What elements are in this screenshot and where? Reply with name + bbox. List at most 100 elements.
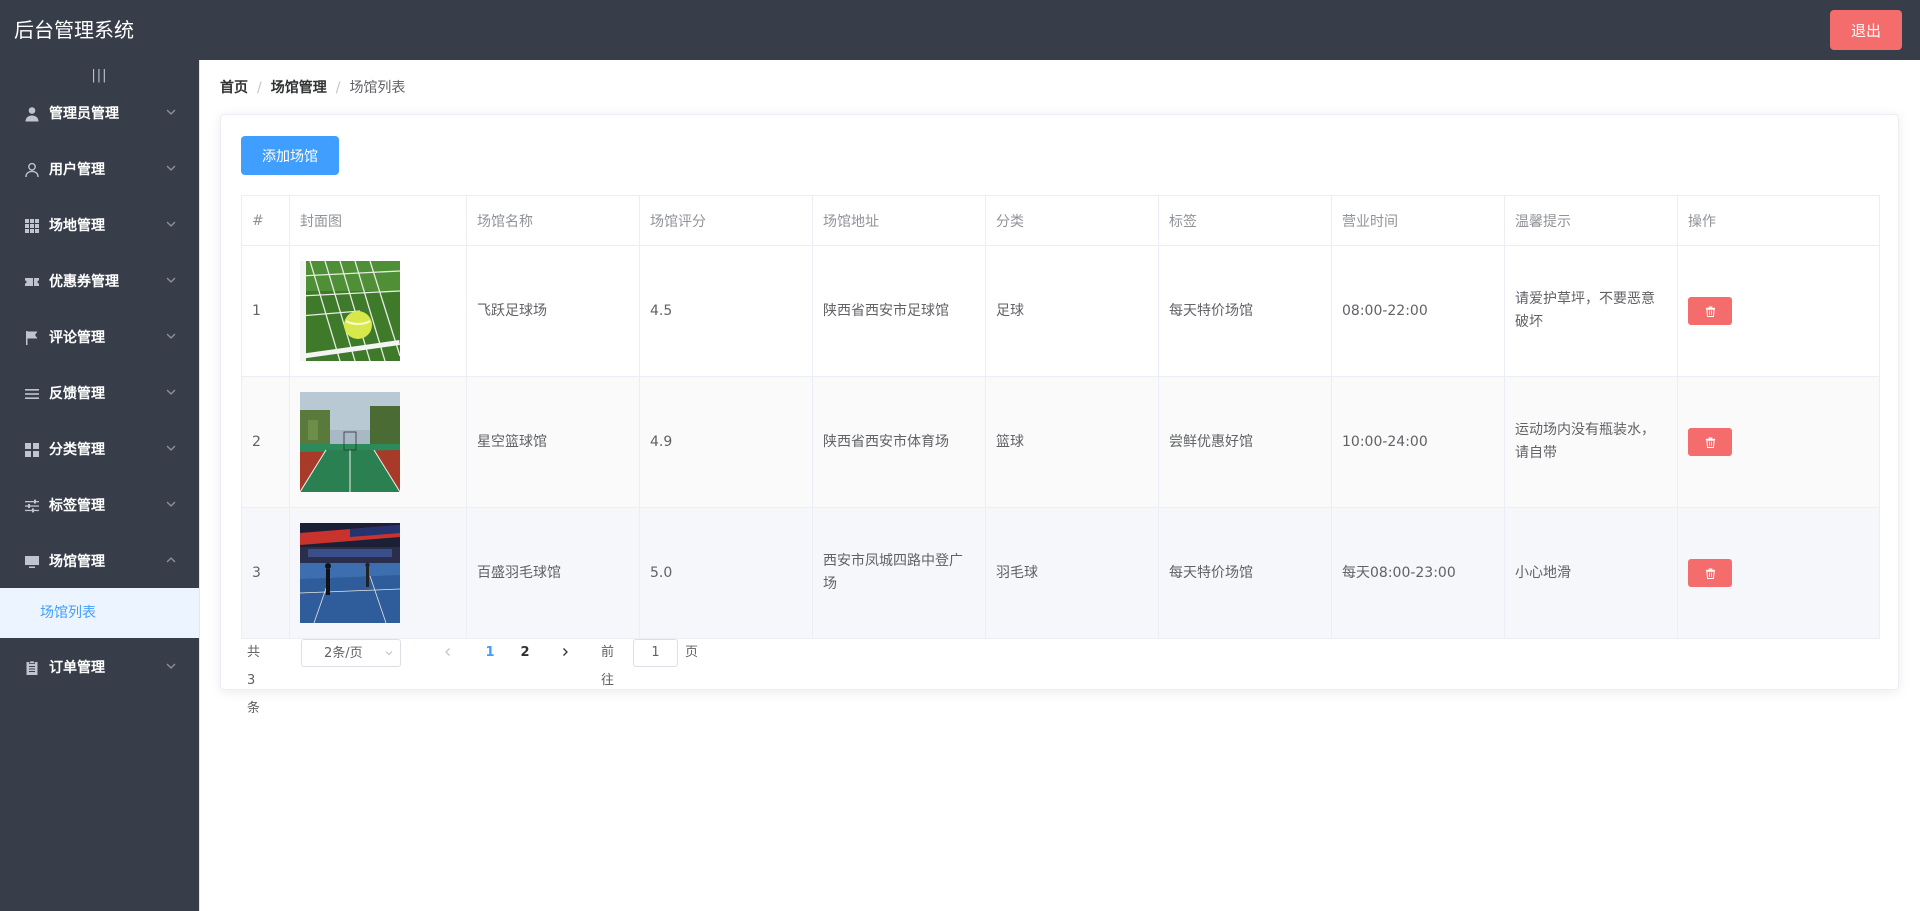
cell-hours: 08:00-22:00 [1331,245,1505,377]
page-number-2[interactable]: 2 [513,639,537,667]
cell-index: 2 [241,376,290,508]
chevron-down-icon [165,498,177,510]
chevron-down-icon [165,442,177,454]
col-header-cover: 封面图 [289,195,467,246]
cell-cover [289,245,467,377]
basketball-court-image [300,392,400,492]
cell-index: 3 [241,507,290,639]
sidebar-item-admin[interactable]: 管理员管理 [0,86,199,142]
prev-page-button[interactable] [443,647,455,657]
col-header-tip: 温馨提示 [1504,195,1678,246]
page-number-1[interactable]: 1 [478,639,502,667]
page-size-value: 2条/页 [324,646,363,661]
chevron-up-icon [165,554,177,566]
goto-page-input[interactable] [633,639,678,667]
delete-button[interactable] [1688,297,1732,325]
cell-category: 羽毛球 [985,507,1159,639]
cell-actions [1677,376,1880,508]
cell-rating: 4.5 [639,245,813,377]
sidebar-item-label: 标签管理 [49,498,105,514]
sidebar-item-comments[interactable]: 评论管理 [0,310,199,366]
user-icon [24,162,40,178]
sliders-icon [24,498,40,514]
next-page-button[interactable] [560,647,572,657]
sidebar-item-label: 用户管理 [49,162,105,178]
cell-cover [289,376,467,508]
ticket-icon [24,274,40,290]
chevron-down-icon [165,274,177,286]
venue-table: # 封面图 场馆名称 场馆评分 场馆地址 分类 标签 营业时间 温馨提示 操作 … [241,195,1880,639]
table-row: 3 百盛羽毛球馆 5.0 西安市凤城四路中登广场 羽毛球 每天特价场馆 每天08… [241,507,1880,639]
breadcrumb-venue-management[interactable]: 场馆管理 [271,80,327,96]
sidebar-item-users[interactable]: 用户管理 [0,142,199,198]
list-icon [24,386,40,402]
sidebar-subitem-label: 场馆列表 [40,605,96,621]
col-header-address: 场馆地址 [812,195,986,246]
cell-actions [1677,245,1880,377]
sidebar-item-feedback[interactable]: 反馈管理 [0,366,199,422]
breadcrumb-separator: / [257,80,262,96]
cell-name: 百盛羽毛球馆 [466,507,640,639]
sidebar-item-venues[interactable]: 场馆管理 [0,534,199,590]
add-venue-button[interactable]: 添加场馆 [241,136,339,175]
page-size-select[interactable]: 2条/页 [301,639,401,667]
sidebar-item-label: 优惠券管理 [49,274,119,290]
cell-actions [1677,507,1880,639]
breadcrumb-home[interactable]: 首页 [220,80,248,96]
menu-grid-icon [24,442,40,458]
sidebar-item-label: 反馈管理 [49,386,105,402]
chevron-down-icon [165,162,177,174]
monitor-icon [24,554,40,570]
table-header-row: # 封面图 场馆名称 场馆评分 场馆地址 分类 标签 营业时间 温馨提示 操作 [241,195,1880,246]
sidebar-item-coupons[interactable]: 优惠券管理 [0,254,199,310]
cell-tip: 运动场内没有瓶装水，请自带 [1504,376,1678,508]
breadcrumb: 首页 / 场馆管理 / 场馆列表 [220,78,405,98]
flag-icon [24,330,40,346]
sidebar-item-venues-field[interactable]: 场地管理 [0,198,199,254]
chevron-left-icon [445,648,450,656]
trash-icon [1705,305,1715,317]
cell-tag: 每天特价场馆 [1158,507,1332,639]
sidebar-item-label: 场馆管理 [49,554,105,570]
sidebar-item-label: 管理员管理 [49,106,119,122]
sidebar-subitem-venue-list[interactable]: 场馆列表 [0,588,199,638]
sidebar-item-label: 评论管理 [49,330,105,346]
cell-rating: 4.9 [639,376,813,508]
col-header-index: # [241,195,290,246]
trash-icon [1705,567,1715,579]
sidebar-item-orders[interactable]: 订单管理 [0,640,199,696]
cell-address: 陕西省西安市体育场 [812,376,986,508]
col-header-actions: 操作 [1677,195,1880,246]
chevron-down-icon [165,330,177,342]
sidebar: ||| 管理员管理 用户管理 场地管理 优惠券管理 评论管理 反馈管理 分类管理 [0,60,199,911]
main-content: 首页 / 场馆管理 / 场馆列表 添加场馆 # 封面图 场馆名称 场馆评分 场馆地址 分… [199,60,1920,911]
sidebar-item-label: 订单管理 [49,660,105,676]
logout-button[interactable]: 退出 [1830,10,1902,50]
breadcrumb-current: 场馆列表 [349,80,406,96]
cell-rating: 5.0 [639,507,813,639]
sidebar-item-label: 场地管理 [49,218,105,234]
cell-index: 1 [241,245,290,377]
pagination-total: 共 3 条 [247,645,261,716]
chevron-down-icon [165,218,177,230]
goto-label: 前往 [601,645,615,688]
col-header-tag: 标签 [1158,195,1332,246]
chevron-down-icon [165,660,177,672]
cell-address: 西安市凤城四路中登广场 [812,507,986,639]
sidebar-item-categories[interactable]: 分类管理 [0,422,199,478]
table-row: 2 星空篮球馆 4.9 陕西省西安市体育场 篮球 尝鲜优惠好馆 10:00-24… [241,376,1880,508]
col-header-rating: 场馆评分 [639,195,813,246]
cell-address: 陕西省西安市足球馆 [812,245,986,377]
grid-icon [24,218,40,234]
cell-tip: 小心地滑 [1504,507,1678,639]
collapse-toggle[interactable]: ||| [0,64,199,88]
delete-button[interactable] [1688,559,1732,587]
table-row: 1 飞跃足球场 4.5 陕西省西安市足球馆 足球 每天特价场馆 08:00-22… [241,245,1880,377]
delete-button[interactable] [1688,428,1732,456]
sidebar-item-tags[interactable]: 标签管理 [0,478,199,534]
cell-tag: 每天特价场馆 [1158,245,1332,377]
col-header-hours: 营业时间 [1331,195,1505,246]
cell-category: 篮球 [985,376,1159,508]
sidebar-item-label: 分类管理 [49,442,105,458]
cell-cover [289,507,467,639]
